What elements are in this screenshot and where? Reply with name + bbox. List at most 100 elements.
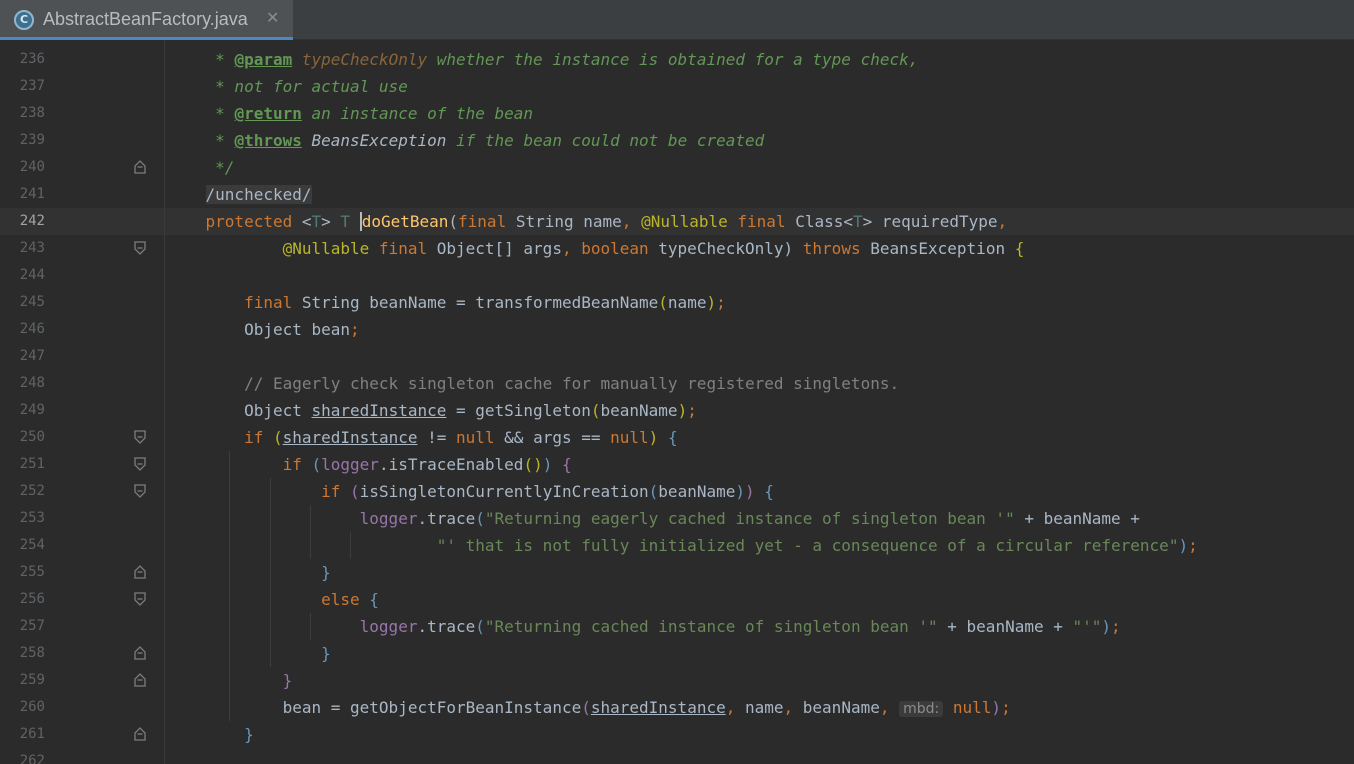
code-token: an instance of the bean xyxy=(301,104,534,123)
code-token: Object xyxy=(167,401,312,420)
code-token: ( xyxy=(350,482,360,501)
fold-start-icon[interactable] xyxy=(134,592,146,606)
fold-end-icon[interactable] xyxy=(134,673,146,687)
code-token: { xyxy=(1014,239,1025,258)
code-token: , xyxy=(879,698,900,717)
code-token: throws xyxy=(802,239,871,258)
code-line[interactable]: * @param typeCheckOnly whether the insta… xyxy=(167,46,918,73)
fold-end-icon[interactable] xyxy=(134,727,146,741)
code-line[interactable]: } xyxy=(167,559,331,586)
code-token: logger xyxy=(321,455,379,474)
code-token: if the bean could not be created xyxy=(446,131,765,150)
code-line[interactable]: Object bean; xyxy=(167,316,360,343)
fold-end-icon[interactable] xyxy=(134,160,146,174)
file-tab-title: AbstractBeanFactory.java xyxy=(43,9,248,29)
code-token: "' that is not fully initialized yet - a… xyxy=(436,536,1179,555)
code-token: else xyxy=(167,590,370,609)
code-token: null xyxy=(456,428,505,447)
fold-start-icon[interactable] xyxy=(134,241,146,255)
code-line[interactable]: // Eagerly check singleton cache for man… xyxy=(167,370,899,397)
file-tab[interactable]: C AbstractBeanFactory.java ✕ xyxy=(0,0,293,40)
code-token: BeansException xyxy=(301,131,447,150)
code-token: ; xyxy=(687,401,697,420)
line-number: 262 xyxy=(19,753,45,764)
code-line[interactable]: Object sharedInstance = getSingleton(bea… xyxy=(167,397,697,424)
code-token: ( xyxy=(448,212,459,231)
code-token: () xyxy=(523,455,543,474)
code-token: { xyxy=(561,455,572,474)
line-number: 236 xyxy=(19,51,45,67)
code-line[interactable]: } xyxy=(167,640,331,667)
code-token: final xyxy=(167,293,302,312)
code-token: BeansException xyxy=(870,239,1015,258)
code-line[interactable]: * not for actual use xyxy=(167,73,408,100)
line-number: 255 xyxy=(19,564,45,580)
code-editor[interactable]: 236 237 238 239 240 241 242 243 244 245 246 247 248 2… xyxy=(0,40,1354,764)
line-number: 241 xyxy=(19,186,45,202)
code-token: beanName xyxy=(802,698,880,717)
code-token: * xyxy=(167,50,235,69)
class-file-icon: C xyxy=(14,10,34,30)
fold-end-icon[interactable] xyxy=(134,646,146,660)
code-token: != xyxy=(417,428,456,447)
code-line[interactable]: final String beanName = transformedBeanN… xyxy=(167,289,726,316)
code-token: T xyxy=(852,212,863,231)
code-line[interactable]: logger.trace("Returning eagerly cached i… xyxy=(167,505,1140,532)
code-token: .trace xyxy=(417,509,476,528)
code-line[interactable]: else { xyxy=(167,586,379,613)
code-token: logger xyxy=(359,509,418,528)
code-line[interactable]: /unchecked/ xyxy=(167,181,312,208)
code-line[interactable]: logger.trace("Returning cached instance … xyxy=(167,613,1121,640)
code-token: final xyxy=(737,212,796,231)
code-token: { xyxy=(764,482,774,501)
fold-start-icon[interactable] xyxy=(134,484,146,498)
code-line[interactable]: * @throws BeansException if the bean cou… xyxy=(167,127,764,154)
code-token: ( xyxy=(590,401,601,420)
code-line[interactable]: if (sharedInstance != null && args == nu… xyxy=(167,424,678,451)
code-token: * xyxy=(167,131,235,150)
code-token: */ xyxy=(167,158,235,177)
fold-end-icon[interactable] xyxy=(134,565,146,579)
code-token: boolean xyxy=(581,239,659,258)
code-token: ) xyxy=(991,698,1002,717)
code-line[interactable]: } xyxy=(167,667,293,694)
code-line[interactable]: @Nullable final Object[] args, boolean t… xyxy=(167,235,1025,262)
line-number: 240 xyxy=(19,159,45,175)
line-number: 237 xyxy=(19,78,45,94)
code-token: sharedInstance xyxy=(311,401,447,420)
code-line[interactable]: * @return an instance of the bean xyxy=(167,100,533,127)
code-token: if xyxy=(167,428,273,447)
line-number: 258 xyxy=(19,645,45,661)
fold-start-icon[interactable] xyxy=(134,457,146,471)
code-token: ) xyxy=(706,293,717,312)
code-line[interactable]: "' that is not fully initialized yet - a… xyxy=(167,532,1198,559)
line-number: 253 xyxy=(19,510,45,526)
code-token: Object[] args xyxy=(436,239,562,258)
code-token: // Eagerly check singleton cache for man… xyxy=(167,374,900,393)
code-line[interactable]: } xyxy=(167,721,254,748)
code-line[interactable]: if (logger.isTraceEnabled()) { xyxy=(167,451,572,478)
code-token: name xyxy=(667,293,707,312)
line-number: 259 xyxy=(19,672,45,688)
code-token: = getSingleton xyxy=(446,401,591,420)
line-number: 261 xyxy=(19,726,45,742)
code-token: ; xyxy=(350,320,360,339)
code-token: ) xyxy=(745,482,765,501)
fold-start-icon[interactable] xyxy=(134,430,146,444)
line-number: 239 xyxy=(19,132,45,148)
code-line[interactable]: */ xyxy=(167,154,234,181)
code-token: .trace xyxy=(417,617,476,636)
code-token: "'" xyxy=(1072,617,1102,636)
code-token: ( xyxy=(272,428,283,447)
code-line[interactable]: if (isSingletonCurrentlyInCreation(beanN… xyxy=(167,478,774,505)
code-token: > requiredType xyxy=(862,212,998,231)
close-icon[interactable]: ✕ xyxy=(266,8,279,27)
code-line[interactable]: bean = getObjectForBeanInstance(sharedIn… xyxy=(167,694,1011,721)
line-number: 242 xyxy=(19,213,45,229)
code-line[interactable]: protected <T> T doGetBean(final String n… xyxy=(167,208,1007,235)
code-token: whether the instance is obtained for a t… xyxy=(427,50,919,69)
line-number: 247 xyxy=(19,348,45,364)
